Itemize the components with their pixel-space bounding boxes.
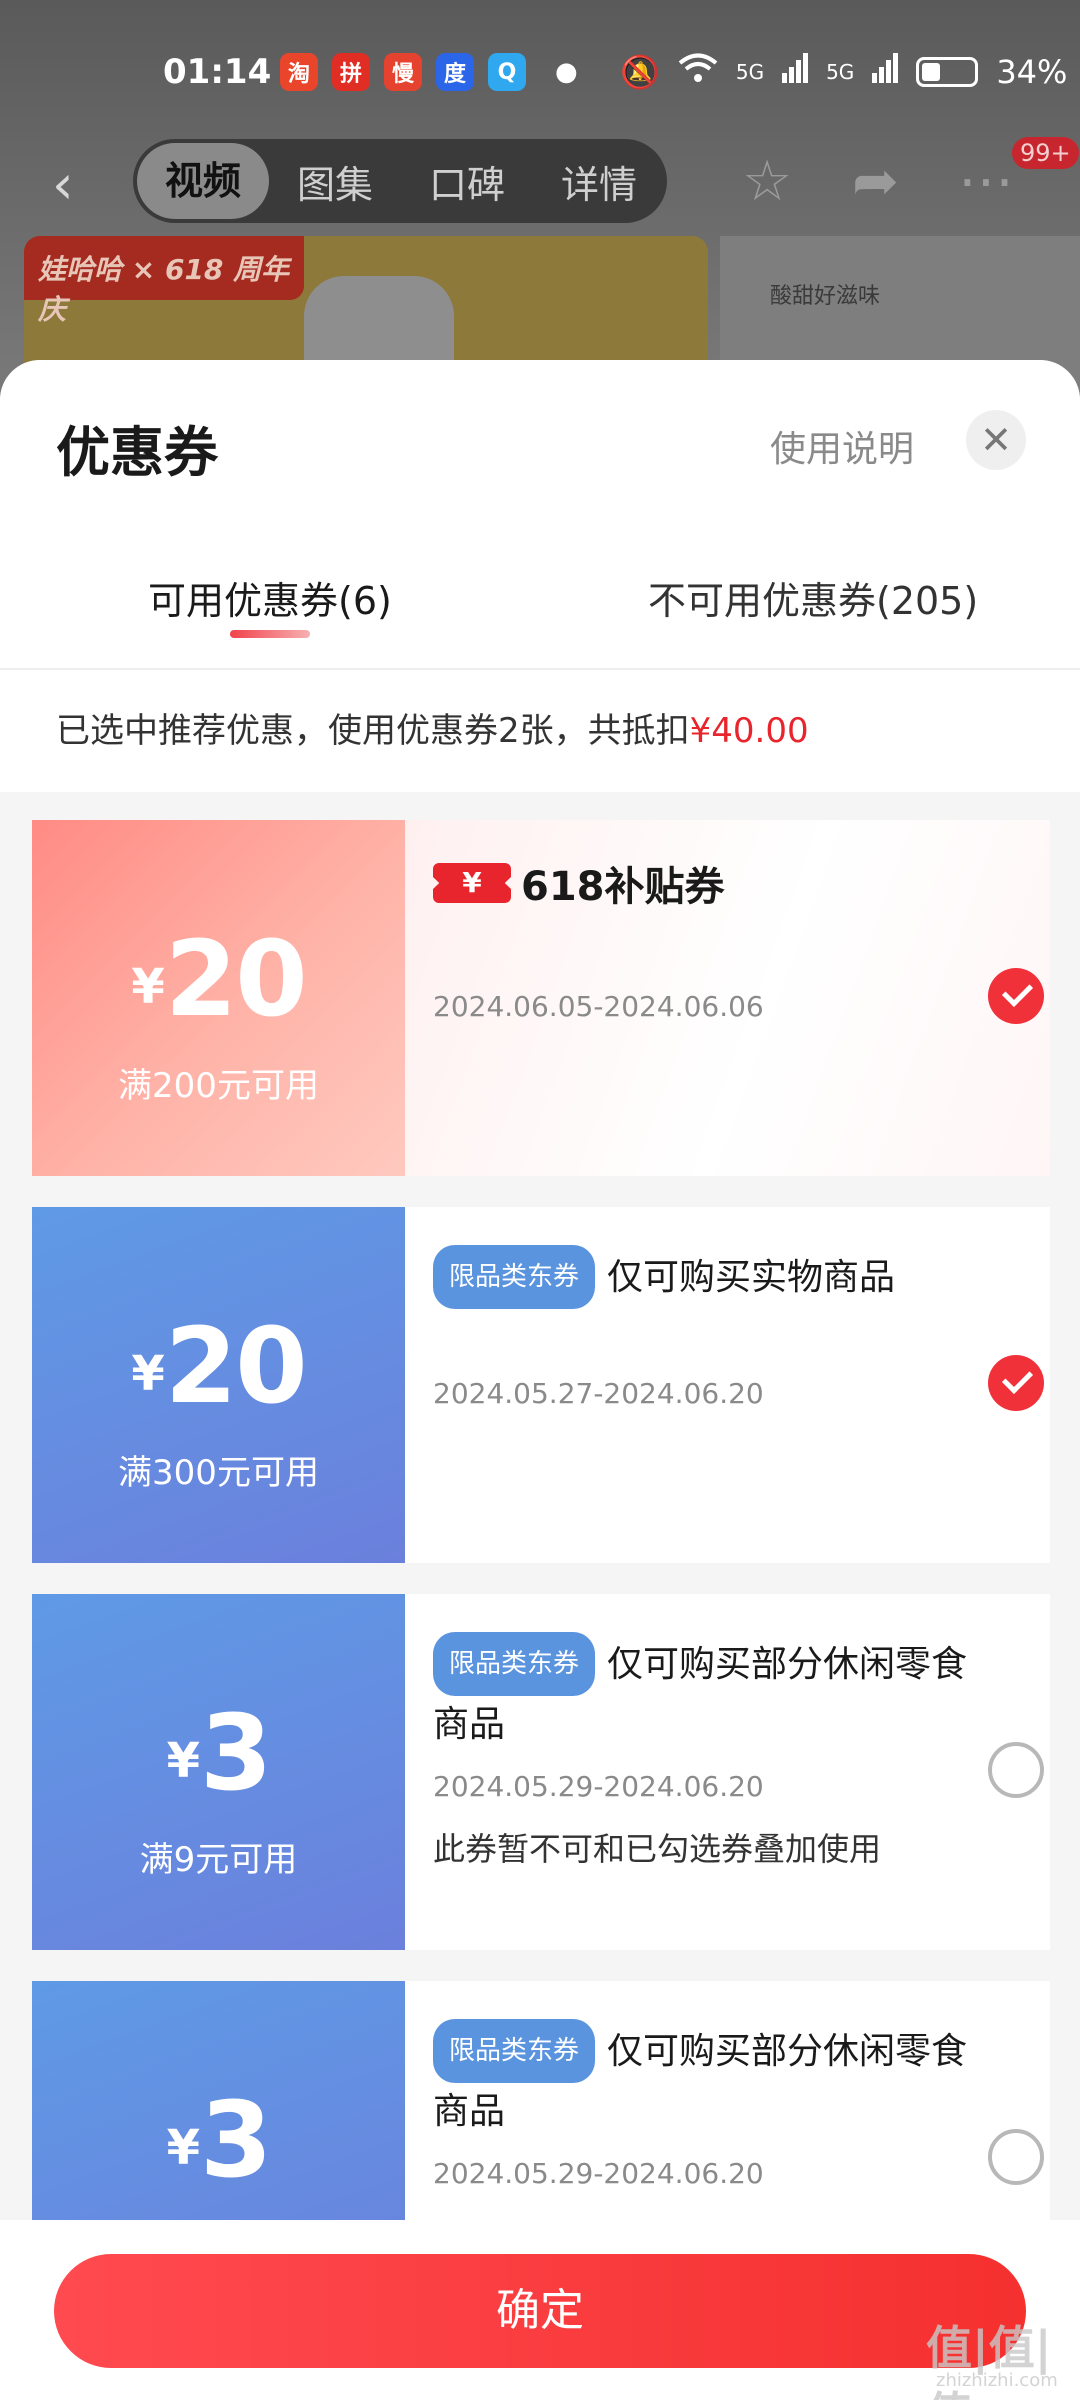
- status-app-icons: 淘 拼 慢 度 Q: [280, 53, 526, 91]
- product-side-text: 酸甜好滋味: [770, 284, 881, 309]
- taobao-app-icon: 淘: [280, 53, 318, 91]
- tab-reviews[interactable]: 口碑: [401, 154, 533, 209]
- coupon-date: 2024.05.27-2024.06.20: [433, 1377, 764, 1410]
- coupon-value-panel: ¥20 满200元可用: [32, 820, 405, 1176]
- battery-percent: 34%: [996, 53, 1068, 91]
- search-app-icon: Q: [488, 53, 526, 91]
- coupon-date: 2024.06.05-2024.06.06: [433, 990, 764, 1023]
- coupon-amount: ¥20: [131, 1305, 307, 1427]
- summary-text: 已选中推荐优惠，使用优惠券2张，共抵扣: [56, 711, 690, 751]
- notification-dot-icon: ●: [555, 57, 578, 87]
- brand-banner-tag: 娃哈哈 × 618 周年庆: [24, 236, 304, 326]
- tab-gallery[interactable]: 图集: [269, 154, 401, 209]
- category-tag: 限品类东券: [433, 2019, 596, 2083]
- network-5g-label: 5G: [735, 60, 765, 84]
- checked-icon[interactable]: [988, 968, 1044, 1024]
- confirm-button[interactable]: 确定: [54, 2254, 1026, 2368]
- coupon-card[interactable]: ¥3 满9元可用 限品类东券 仅可购买部分休闲零食商品 2024.05.29-20…: [26, 1594, 1050, 1950]
- pinduoduo-app-icon: 拼: [332, 53, 370, 91]
- coupon-date: 2024.05.29-2024.06.20: [433, 2157, 764, 2190]
- coupon-618-title: ¥ 618补贴券: [433, 854, 725, 912]
- sheet-header: 优惠券 使用说明 ✕ 可用优惠券(6) 不可用优惠券(205): [0, 360, 1080, 670]
- coupon-card[interactable]: ¥20 满200元可用 ¥ 618补贴券 2024.06.05-2024.06.…: [32, 820, 1050, 1176]
- checked-icon[interactable]: [988, 1355, 1044, 1411]
- back-arrow-icon[interactable]: ‹: [52, 153, 74, 216]
- wifi-icon: [678, 52, 718, 92]
- status-indicators: 🔕 5G 5G 34%: [620, 52, 1067, 92]
- share-icon[interactable]: ➦: [852, 149, 899, 214]
- summary-amount: ¥40.00: [689, 711, 809, 751]
- coupon-card[interactable]: ¥20 满300元可用 限品类东券 仅可购买实物商品 2024.05.27-202…: [26, 1207, 1050, 1563]
- manmanbuy-app-icon: 慢: [384, 53, 422, 91]
- message-badge: 99+: [1012, 137, 1079, 169]
- coupon-amount: ¥3: [166, 1692, 273, 1814]
- coupon-sheet: 优惠券 使用说明 ✕ 可用优惠券(6) 不可用优惠券(205) 已选中推荐优惠，…: [0, 360, 1080, 2400]
- status-time: 01:14: [163, 52, 272, 92]
- background-page: 01:14 淘 拼 慢 度 Q ● 🔕 5G 5G 34% ‹ 视频 图集 口碑…: [0, 0, 1080, 400]
- baidu-app-icon: 度: [436, 53, 474, 91]
- active-tab-indicator: [230, 630, 310, 638]
- coupon-info: 限品类东券 仅可购买部分休闲零食商品 2024.05.29-2024.06.20 …: [405, 1594, 1050, 1950]
- close-icon[interactable]: ✕: [966, 410, 1026, 470]
- favorite-star-icon[interactable]: ☆: [742, 149, 792, 214]
- unchecked-circle-icon[interactable]: [988, 2129, 1044, 2185]
- coupon-condition: 满9元可用: [139, 1840, 298, 1880]
- tab-details[interactable]: 详情: [533, 154, 665, 209]
- coupon-note: 此券暂不可和已勾选券叠加使用: [433, 1830, 882, 1868]
- coupon-condition: 满200元可用: [118, 1066, 319, 1106]
- product-nav-bar: ‹ 视频 图集 口碑 详情 ☆ ➦ ⋯ 99+: [0, 135, 1080, 225]
- coupon-amount: ¥20: [131, 918, 307, 1040]
- coupon-info: 限品类东券 仅可购买实物商品 2024.05.27-2024.06.20: [405, 1207, 1050, 1563]
- coupon-value-panel: ¥20 满300元可用: [26, 1207, 405, 1563]
- tab-available-coupons[interactable]: 可用优惠券(6): [148, 570, 392, 625]
- mute-icon: 🔕: [620, 53, 660, 91]
- ticket-icon: ¥: [433, 863, 511, 903]
- tab-video[interactable]: 视频: [137, 143, 269, 219]
- bottom-action-bar: 确定: [0, 2220, 1080, 2400]
- more-icon[interactable]: ⋯: [958, 149, 1014, 214]
- usage-help-link[interactable]: 使用说明: [770, 420, 914, 472]
- coupon-value-panel: ¥3 满9元可用: [26, 1594, 405, 1950]
- coupon-amount: ¥3: [166, 2079, 273, 2201]
- tab-unavailable-coupons[interactable]: 不可用优惠券(205): [648, 570, 978, 625]
- coupon-title: 618补贴券: [521, 864, 725, 910]
- coupon-title-block: 限品类东券 仅可购买部分休闲零食商品: [433, 2019, 993, 2141]
- product-tabs: 视频 图集 口碑 详情: [133, 139, 667, 223]
- coupon-title: 仅可购买实物商品: [607, 1257, 896, 1298]
- network-5g-label-2: 5G: [826, 60, 855, 84]
- battery-icon: [916, 57, 979, 87]
- coupon-title-block: 限品类东券 仅可购买部分休闲零食商品: [433, 1632, 993, 1754]
- coupon-info: ¥ 618补贴券 2024.06.05-2024.06.06: [405, 820, 1050, 1176]
- watermark-url: zhizhizhi.com: [936, 2370, 1058, 2391]
- selection-summary: 已选中推荐优惠，使用优惠券2张，共抵扣¥40.00: [0, 670, 1080, 792]
- sheet-title: 优惠券: [56, 421, 218, 484]
- category-tag: 限品类东券: [433, 1632, 596, 1696]
- status-bar: 01:14 淘 拼 慢 度 Q ● 🔕 5G 5G 34%: [0, 40, 1080, 104]
- coupon-date: 2024.05.29-2024.06.20: [433, 1770, 764, 1803]
- category-tag: 限品类东券: [433, 1245, 596, 1309]
- coupon-title-block: 限品类东券 仅可购买实物商品: [433, 1245, 993, 1309]
- signal-icon-2: [872, 53, 899, 91]
- unchecked-circle-icon[interactable]: [988, 1742, 1044, 1798]
- signal-icon: [782, 53, 809, 91]
- coupon-condition: 满300元可用: [118, 1453, 319, 1493]
